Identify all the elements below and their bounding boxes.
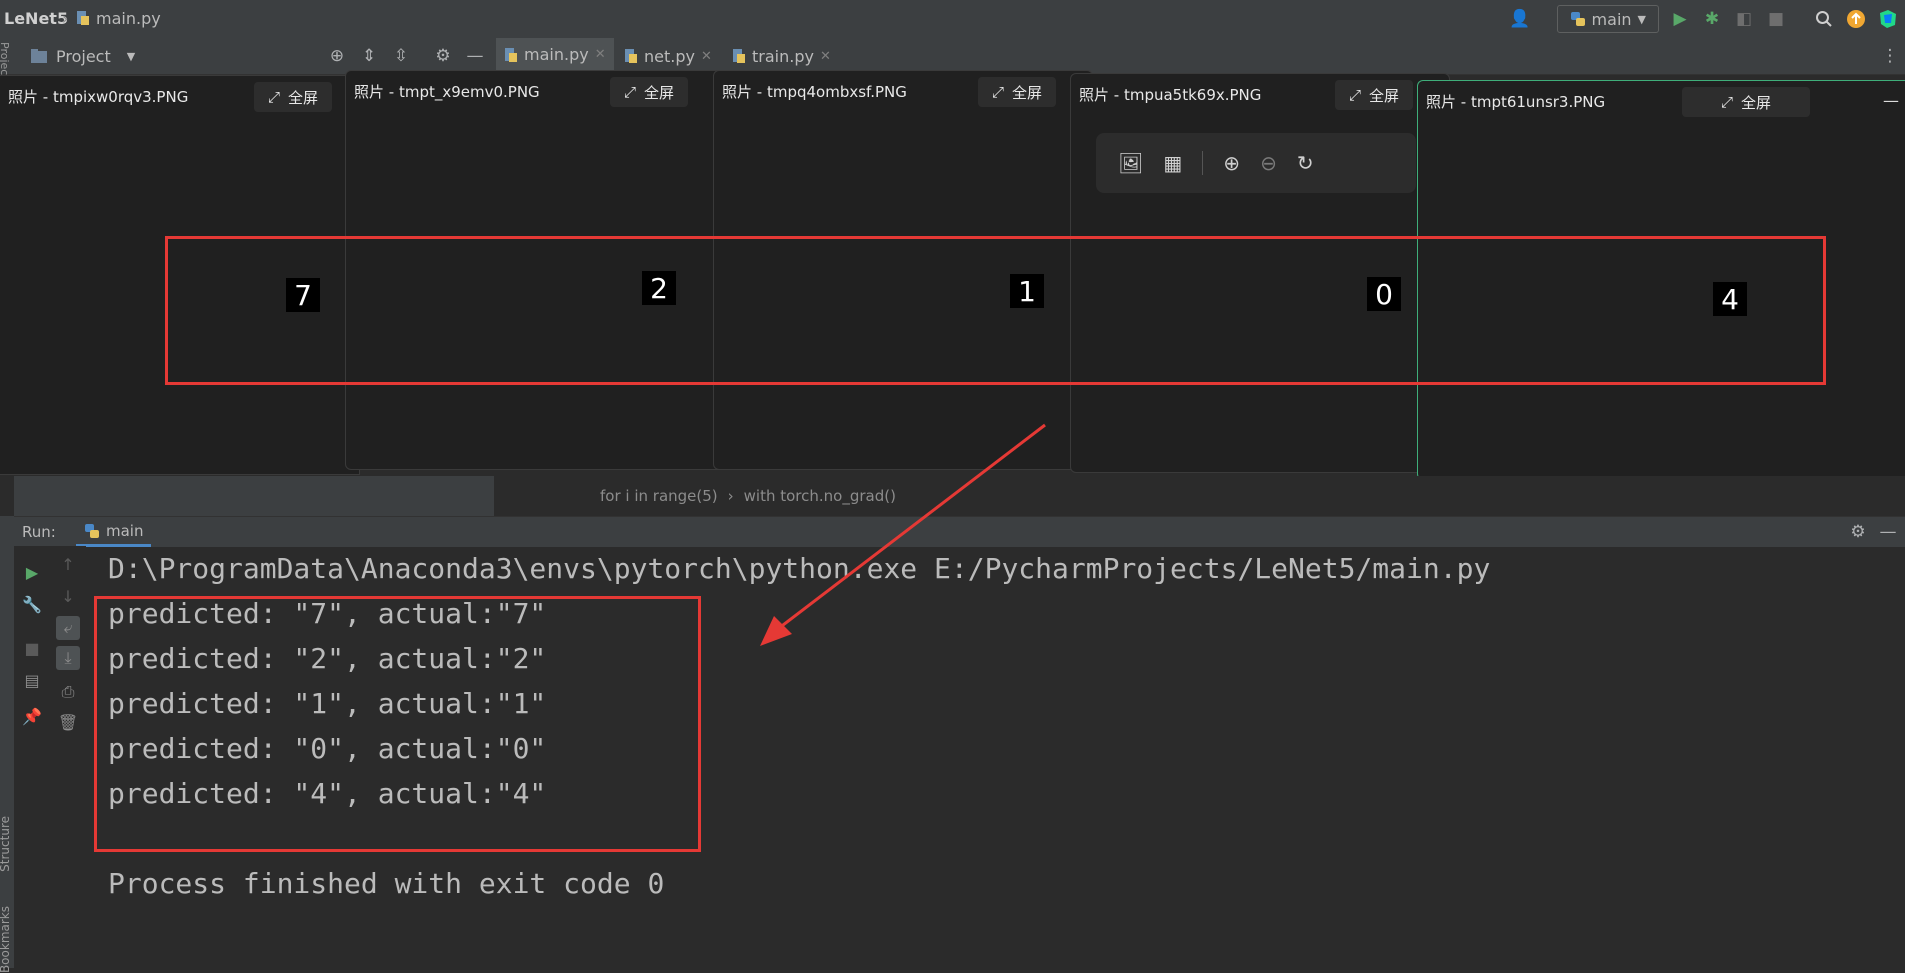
up-arrow-icon[interactable]: ↑ — [56, 552, 80, 576]
photo-title: 照片 - tmpua5tk69x.PNG — [1079, 86, 1262, 104]
run-config-label: main — [1591, 9, 1632, 29]
minimize-icon[interactable]: — — [1883, 91, 1899, 110]
chevron-right-icon: › — [727, 487, 734, 505]
photo-title: 照片 - tmpt61unsr3.PNG — [1426, 93, 1606, 111]
toolbar-divider — [1202, 151, 1204, 175]
fullscreen-button[interactable]: ⤢ 全屏 — [1682, 87, 1810, 117]
run-configuration-selector[interactable]: main ▼ — [1556, 5, 1659, 33]
image-icon[interactable]: 🖼 — [1118, 151, 1143, 175]
expand-icon: ⤢ — [624, 83, 637, 101]
locate-icon[interactable]: ⊕ — [326, 45, 348, 67]
fullscreen-label: 全屏 — [1369, 86, 1400, 105]
fullscreen-label: 全屏 — [1741, 93, 1772, 112]
console-exit-message: Process finished with exit code 0 — [108, 867, 665, 900]
annotation-box-digits — [165, 236, 1826, 385]
layout-icon[interactable]: ▤ — [20, 668, 44, 692]
crumb-item[interactable]: for i in range(5) — [600, 487, 718, 505]
rerun-icon[interactable]: ▶ — [20, 560, 44, 584]
rotate-icon[interactable]: ↻ — [1297, 151, 1314, 175]
bookmarks-side-tab[interactable]: Bookmarks — [0, 906, 12, 973]
plugin-icon[interactable] — [1877, 8, 1899, 30]
tab-main-py[interactable]: main.py ✕ — [496, 38, 614, 74]
annotation-arrow-icon — [760, 423, 1046, 646]
breadcrumb-separator-icon: › — [62, 9, 69, 28]
tab-label: net.py — [644, 46, 695, 66]
zoom-out-icon[interactable]: ⊖ — [1260, 151, 1277, 175]
more-options-icon[interactable]: ⋮ — [1879, 45, 1901, 67]
photo-title: 照片 - tmpq4ombxsf.PNG — [722, 83, 907, 101]
console-actions-column: ↑ ↓ ⤶ ⤓ ⎙ 🗑 — [50, 546, 86, 968]
python-file-icon — [733, 49, 745, 63]
zoom-in-icon[interactable]: ⊕ — [1223, 151, 1240, 175]
minimize-icon[interactable]: — — [1877, 521, 1899, 543]
collapse-all-icon[interactable]: ⇳ — [390, 45, 412, 67]
left-tool-strip: Structure Bookmarks — [0, 516, 14, 973]
fullscreen-label: 全屏 — [288, 88, 319, 107]
gear-icon[interactable]: ⚙ — [1847, 521, 1869, 543]
run-tab-label: main — [106, 521, 144, 540]
expand-icon: ⤢ — [992, 83, 1005, 101]
project-panel-bottom — [14, 476, 494, 516]
search-icon[interactable] — [1813, 8, 1835, 30]
run-tab-main[interactable]: main — [76, 517, 152, 547]
user-icon[interactable]: 👤 — [1509, 8, 1531, 30]
soft-wrap-icon[interactable]: ⤶ — [56, 616, 80, 640]
chevron-down-icon: ▼ — [1637, 12, 1646, 26]
tab-net-py[interactable]: net.py ✕ — [616, 38, 720, 74]
fullscreen-button[interactable]: ⤢ 全屏 — [610, 77, 689, 107]
wrench-icon[interactable]: 🔧 — [20, 592, 44, 616]
photo-viewer-toolbar: 🖼 ▦ ⊕ ⊖ ↻ — [1096, 133, 1416, 193]
expand-icon: ⤢ — [1349, 86, 1362, 104]
project-label: Project — [56, 46, 111, 66]
python-icon — [1570, 12, 1585, 26]
fullscreen-button[interactable]: ⤢ 全屏 — [1335, 80, 1414, 110]
print-icon[interactable]: ⎙ — [56, 680, 80, 704]
expand-all-icon[interactable]: ⇕ — [358, 45, 380, 67]
tab-train-py[interactable]: train.py ✕ — [724, 38, 839, 74]
gear-icon[interactable]: ⚙ — [432, 45, 454, 67]
run-icon[interactable]: ▶ — [1669, 8, 1691, 30]
tab-label: train.py — [752, 46, 814, 66]
python-file-icon — [76, 10, 90, 26]
close-icon[interactable]: ✕ — [701, 49, 712, 64]
current-file[interactable]: main.py — [96, 9, 161, 28]
python-file-icon — [505, 47, 517, 62]
photo-title: 照片 - tmpt_x9emv0.PNG — [354, 83, 540, 101]
close-icon[interactable]: ✕ — [595, 47, 606, 62]
python-file-icon — [625, 49, 637, 63]
python-icon — [85, 523, 99, 538]
trash-icon[interactable]: 🗑 — [56, 710, 80, 734]
run-label: Run: — [22, 523, 56, 541]
minimize-icon[interactable]: — — [464, 45, 486, 67]
fullscreen-label: 全屏 — [1012, 83, 1043, 102]
fullscreen-button[interactable]: ⤢ 全屏 — [254, 82, 333, 112]
scroll-to-end-icon[interactable]: ⤓ — [56, 646, 80, 670]
debug-icon[interactable]: ✱ — [1701, 8, 1723, 30]
down-arrow-icon[interactable]: ↓ — [56, 584, 80, 608]
close-icon[interactable]: ✕ — [820, 49, 831, 64]
project-name[interactable]: LeNet5 — [4, 9, 68, 28]
title-bar: LeNet5 › main.py 👤 main ▼ ▶ ✱ ◧ ■ — [0, 0, 1905, 39]
annotation-box-predictions — [94, 596, 701, 852]
stop-icon[interactable]: ■ — [1765, 8, 1787, 30]
chevron-down-icon: ▼ — [126, 49, 136, 63]
main-toolbar: 👤 main ▼ ▶ ✱ ◧ ■ — [1509, 5, 1905, 33]
update-icon[interactable] — [1845, 8, 1867, 30]
project-side-label[interactable]: Project — [0, 42, 11, 80]
fullscreen-button[interactable]: ⤢ 全屏 — [978, 77, 1057, 107]
coverage-icon[interactable]: ◧ — [1733, 8, 1755, 30]
stop-icon[interactable]: ■ — [20, 636, 44, 660]
expand-icon: ⤢ — [268, 88, 281, 106]
project-tool-window-header[interactable]: Project ▼ — [30, 38, 135, 74]
folder-icon — [31, 49, 47, 63]
edit-image-icon[interactable]: ▦ — [1163, 151, 1182, 175]
structure-side-tab[interactable]: Structure — [0, 816, 12, 872]
expand-icon: ⤢ — [1720, 93, 1733, 111]
run-actions-column: ▶ 🔧 ■ ▤ 📌 — [14, 546, 51, 968]
tab-label: main.py — [524, 45, 589, 64]
photo-title: 照片 - tmpixw0rqv3.PNG — [8, 88, 189, 106]
pin-icon[interactable]: 📌 — [20, 704, 44, 728]
fullscreen-label: 全屏 — [644, 83, 675, 102]
